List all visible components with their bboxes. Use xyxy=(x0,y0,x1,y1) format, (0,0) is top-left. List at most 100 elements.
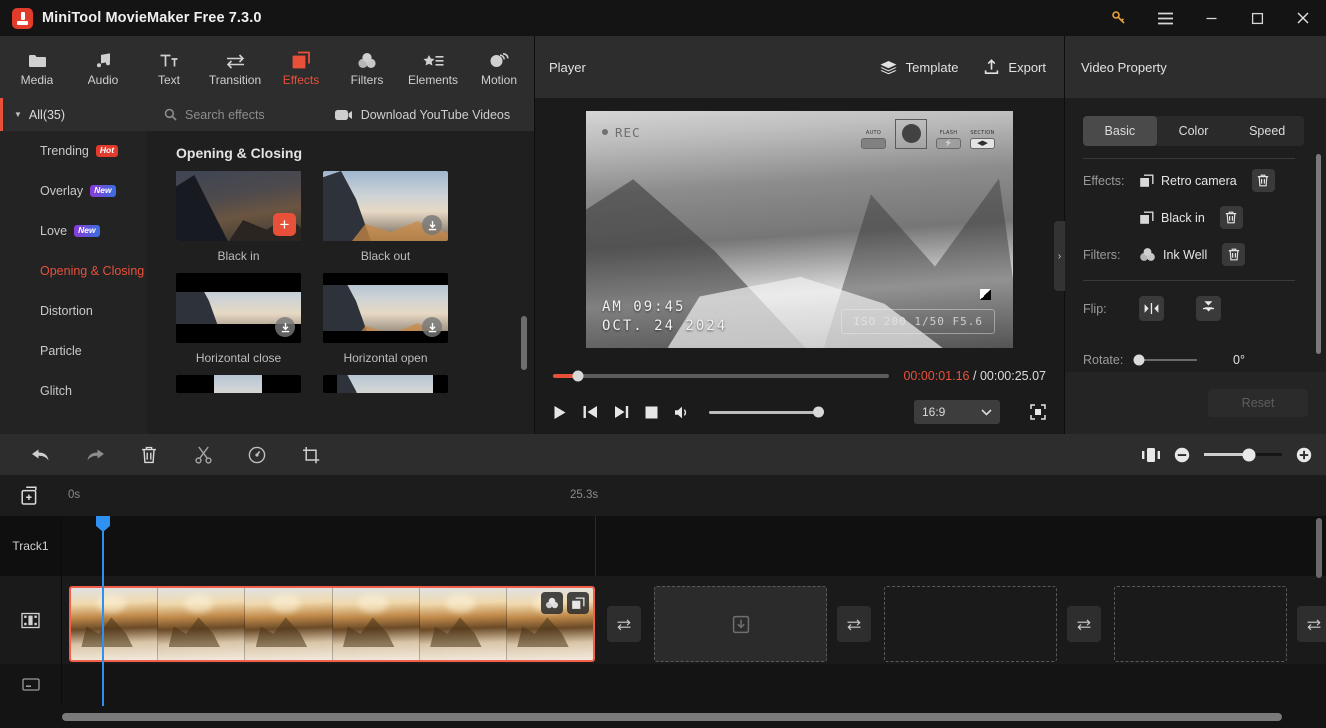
category-item-particle[interactable]: Particle xyxy=(0,331,147,371)
transition-slot-2[interactable] xyxy=(837,606,871,643)
transition-slot-3[interactable] xyxy=(1067,606,1101,643)
media-slot-3[interactable] xyxy=(1114,586,1287,663)
video-preview[interactable]: REC AUTO FLASH ⚡ SECTION ◀▶ AM 09:45 OCT… xyxy=(586,110,1013,348)
app-title: MiniTool MovieMaker Free 7.3.0 xyxy=(42,10,262,26)
add-track-icon[interactable] xyxy=(0,485,62,506)
minimize-icon[interactable] xyxy=(1188,0,1234,36)
split-scissors-icon[interactable] xyxy=(176,434,230,475)
fit-to-window-icon[interactable] xyxy=(1142,447,1160,463)
ribbon-item-text[interactable]: Text xyxy=(136,36,202,98)
tab-color[interactable]: Color xyxy=(1157,116,1231,146)
delete-filter-icon[interactable] xyxy=(1222,243,1246,266)
category-item-love[interactable]: Love New xyxy=(0,211,147,251)
ribbon-item-elements[interactable]: Elements xyxy=(400,36,466,98)
track-body-text[interactable] xyxy=(62,664,1326,706)
zoom-in-icon[interactable] xyxy=(1296,447,1312,463)
volume-slider[interactable] xyxy=(709,406,824,418)
rotate-slider[interactable] xyxy=(1133,354,1197,365)
effect-squares-icon[interactable] xyxy=(567,592,589,615)
property-tabs: Basic Color Speed xyxy=(1083,116,1304,146)
previous-frame-icon[interactable] xyxy=(583,405,598,419)
maximize-icon[interactable] xyxy=(1234,0,1280,36)
category-item-overlay[interactable]: Overlay New xyxy=(0,171,147,211)
effect-card-horizontal-open[interactable]: Horizontal open xyxy=(323,273,448,369)
download-youtube-videos-button[interactable]: Download YouTube Videos xyxy=(334,108,510,122)
add-effect-button[interactable]: + xyxy=(273,213,296,236)
zoom-out-icon[interactable] xyxy=(1174,447,1190,463)
fullscreen-icon[interactable] xyxy=(1030,404,1046,420)
effect-card-black-out[interactable]: Black out xyxy=(323,171,448,267)
effect-thumbnail xyxy=(176,375,301,393)
export-button[interactable]: Export xyxy=(984,59,1046,75)
template-button[interactable]: Template xyxy=(880,60,958,75)
category-item-distortion[interactable]: Distortion xyxy=(0,291,147,331)
ribbon-item-audio[interactable]: Audio xyxy=(70,36,136,98)
ribbon-item-effects[interactable]: Effects xyxy=(268,36,334,98)
player-header: Player Template Export xyxy=(535,36,1064,98)
menu-icon[interactable] xyxy=(1142,0,1188,36)
timeline-toolbar xyxy=(0,434,1326,475)
aspect-ratio-select[interactable]: 16:9 xyxy=(914,400,1000,424)
close-icon[interactable] xyxy=(1280,0,1326,36)
delete-effect-icon[interactable] xyxy=(1219,206,1243,229)
category-item-glitch[interactable]: Glitch xyxy=(0,371,147,411)
ribbon-item-filters[interactable]: Filters xyxy=(334,36,400,98)
flip-horizontal-icon[interactable] xyxy=(1139,296,1164,321)
delete-icon[interactable] xyxy=(122,434,176,475)
category-item-opening-closing[interactable]: Opening & Closing xyxy=(0,251,147,291)
flip-vertical-icon[interactable] xyxy=(1196,296,1221,321)
effect-card-black-in[interactable]: + Black in xyxy=(176,171,301,267)
transition-slot-1[interactable] xyxy=(607,606,641,643)
key-icon[interactable] xyxy=(1096,0,1142,36)
collapse-panel-toggle[interactable]: › xyxy=(1054,221,1065,291)
effect-card-vertical-close[interactable] xyxy=(176,375,301,393)
search-input[interactable]: Search effects xyxy=(147,108,265,122)
ribbon-label: Transition xyxy=(208,73,262,87)
undo-icon[interactable] xyxy=(14,434,68,475)
ribbon-item-media[interactable]: Media xyxy=(4,36,70,98)
stop-icon[interactable] xyxy=(645,406,658,419)
track-body-overlay[interactable] xyxy=(62,516,1326,577)
speed-gauge-icon[interactable] xyxy=(230,434,284,475)
category-all[interactable]: ▼ All(35) xyxy=(0,98,147,131)
track-body-video[interactable] xyxy=(62,576,1326,664)
property-scrollbar[interactable] xyxy=(1316,154,1321,354)
tab-basic[interactable]: Basic xyxy=(1083,116,1157,146)
play-icon[interactable] xyxy=(553,405,567,420)
redo-icon[interactable] xyxy=(68,434,122,475)
playback-progress-bar[interactable] xyxy=(553,370,890,382)
filter-circles-icon[interactable] xyxy=(541,592,563,615)
crop-icon[interactable] xyxy=(284,434,338,475)
track-label-video xyxy=(0,576,62,664)
transition-slot-4[interactable] xyxy=(1297,606,1326,643)
download-icon[interactable] xyxy=(422,317,442,337)
category-item-trending[interactable]: Trending Hot xyxy=(0,131,147,171)
rotate-knob[interactable] xyxy=(1133,354,1145,365)
zoom-slider[interactable] xyxy=(1204,448,1282,461)
effect-squares-icon xyxy=(1139,211,1154,225)
timeline-vertical-scrollbar[interactable] xyxy=(1316,518,1322,578)
ribbon-item-motion[interactable]: Motion xyxy=(466,36,532,98)
ribbon-item-transition[interactable]: Transition xyxy=(202,36,268,98)
reset-button[interactable]: Reset xyxy=(1208,389,1308,417)
volume-knob[interactable] xyxy=(813,406,824,418)
effect-card-horizontal-close[interactable]: Horizontal close xyxy=(176,273,301,369)
media-slot-2[interactable] xyxy=(884,586,1057,663)
effects-scrollbar[interactable] xyxy=(521,316,527,370)
download-icon[interactable] xyxy=(422,215,442,235)
tab-speed[interactable]: Speed xyxy=(1230,116,1304,146)
timeline-zoom-controls xyxy=(1142,447,1312,463)
video-clip[interactable] xyxy=(69,586,595,663)
timeline-horizontal-scrollbar[interactable] xyxy=(62,713,1283,721)
download-icon[interactable] xyxy=(275,317,295,337)
progress-knob[interactable] xyxy=(572,370,584,382)
next-frame-icon[interactable] xyxy=(614,405,629,419)
delete-effect-icon[interactable] xyxy=(1251,169,1275,192)
ruler-scale[interactable]: 0s 25.3s xyxy=(62,475,1326,516)
zoom-knob[interactable] xyxy=(1242,448,1256,461)
media-slot-1[interactable] xyxy=(654,586,827,663)
effects-row: Effects: Retro camera xyxy=(1083,165,1312,196)
effect-card-vertical-open[interactable] xyxy=(323,375,448,393)
camera-auto-label: AUTO xyxy=(865,129,882,136)
volume-icon[interactable] xyxy=(674,405,691,420)
